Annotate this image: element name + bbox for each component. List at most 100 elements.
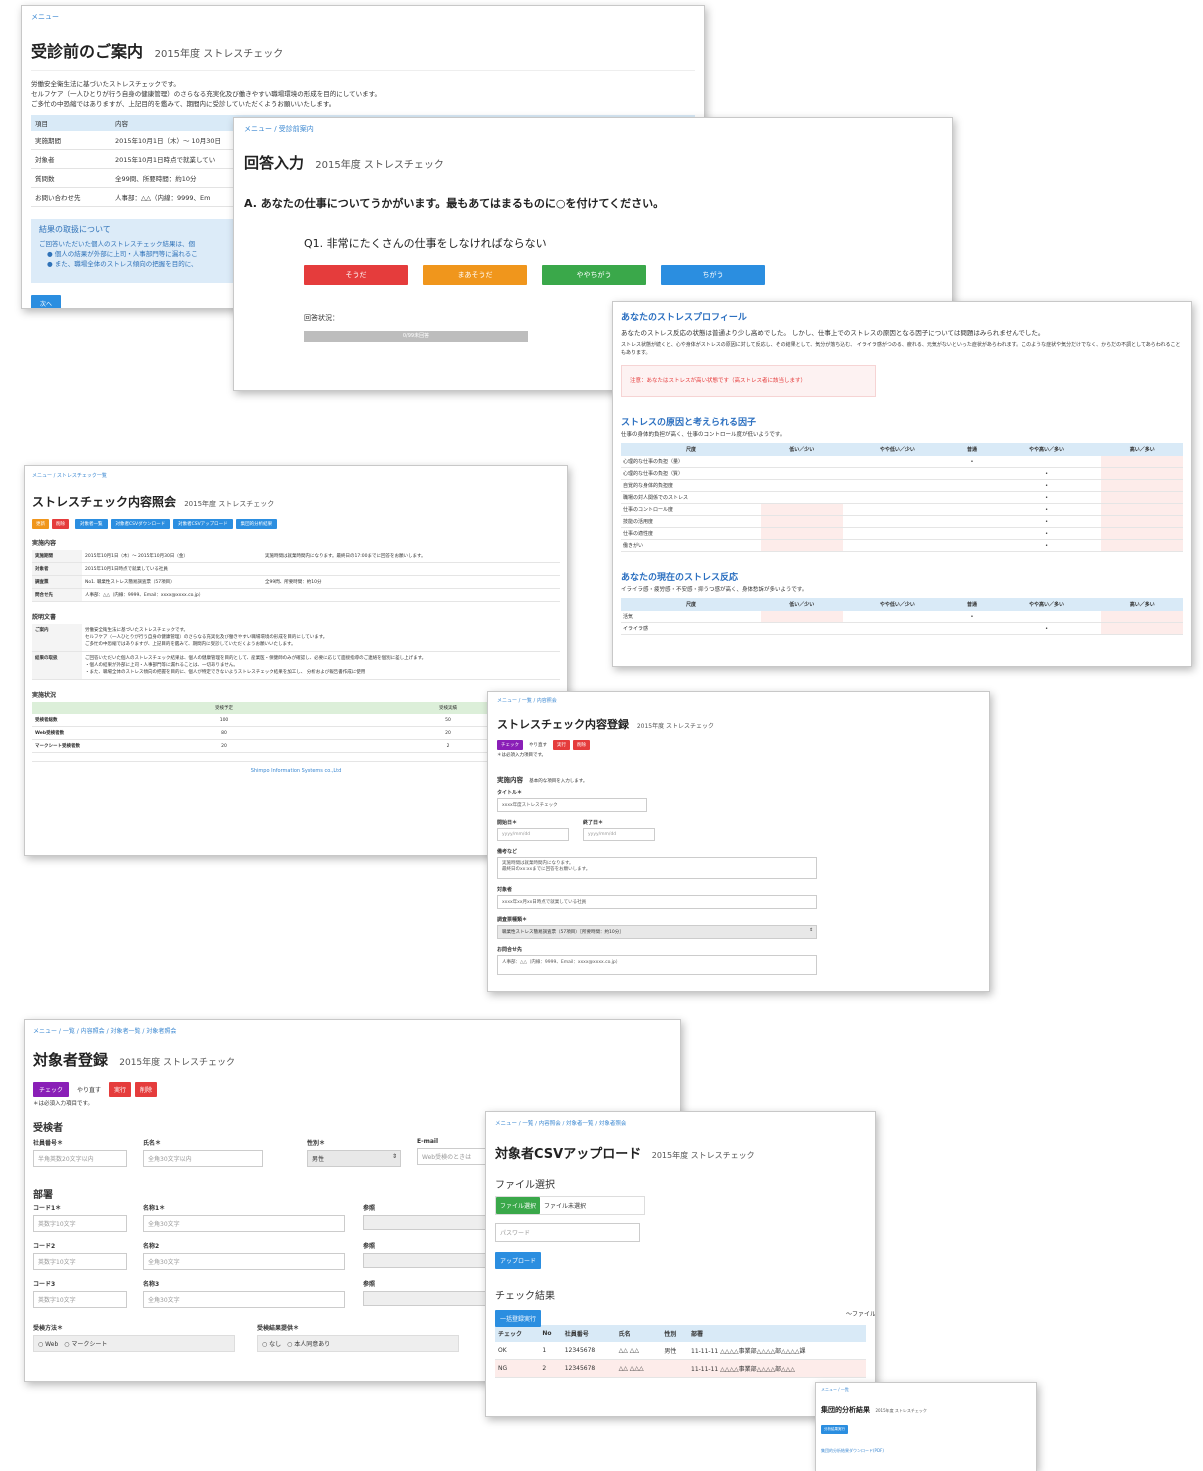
scale-cell: [843, 492, 953, 504]
field-label: 参照: [363, 1243, 376, 1250]
department-code-input[interactable]: 英数字10文字: [33, 1215, 127, 1232]
page-subtitle: 2015年度 ストレスチェック: [651, 1151, 755, 1160]
delete-button[interactable]: 削除: [52, 519, 69, 529]
group-analysis-button[interactable]: 集団的分析結果: [235, 519, 278, 529]
radio-agree-label[interactable]: 本人同意あり: [294, 1341, 330, 1348]
row-label: Web受検者数: [35, 731, 65, 736]
department-code-input[interactable]: 英数字10文字: [33, 1291, 127, 1308]
answer-button-no[interactable]: ちがう: [661, 265, 765, 285]
scale-cell: [952, 480, 991, 492]
table-header: やや高い／多い: [1029, 602, 1065, 608]
scale-cell: •: [1045, 530, 1049, 537]
analysis-run-button[interactable]: 分析結果実行: [821, 1425, 848, 1434]
csv-upload-button[interactable]: 対象者CSVアップロード: [173, 519, 233, 529]
next-button[interactable]: 次へ: [31, 295, 61, 308]
radio-web-label[interactable]: Web: [45, 1341, 58, 1348]
doc-line: ・個人の結果が外部に上司・人事部門等に漏れることは、一切ありません。: [85, 663, 238, 668]
scale-cell: [761, 480, 843, 492]
contact-textarea[interactable]: 人事部：△△（内線：9999、Email：xxxx@xxxx.co.jp）: [497, 955, 817, 975]
scale-cell: [952, 468, 991, 480]
delete-button[interactable]: 削除: [135, 1082, 158, 1097]
note-textarea[interactable]: 実施時間は就業時間内になります。 最終日のxx:xxまでに回答をお願いします。: [497, 857, 817, 879]
update-button[interactable]: 更新: [32, 519, 49, 529]
answer-button-somewhat-no[interactable]: ややちがう: [542, 265, 646, 285]
required-note: ＊は必須入力項目です。: [33, 1101, 93, 1107]
required-note: ＊は必須入力項目です。: [497, 753, 547, 758]
name-field: 名称3 全角30文字: [143, 1279, 345, 1308]
department-name-input[interactable]: 全角30文字: [143, 1291, 345, 1308]
start-date-input[interactable]: yyyy/mm/dd: [497, 828, 569, 841]
redo-button[interactable]: やり直す: [526, 740, 550, 750]
target-list-button[interactable]: 対象者一覧: [75, 519, 108, 529]
form-type-select[interactable]: 職業性ストレス簡易調査票（57項目）［所要時間：約10分］ ⇕: [497, 925, 817, 939]
department-code-input[interactable]: 英数字10文字: [33, 1253, 127, 1270]
scale-label: 働きがい: [623, 543, 644, 549]
field-label: お問合せ先: [497, 947, 523, 953]
radio-none-label[interactable]: なし: [269, 1341, 281, 1348]
file-note: 〜ファイル: [845, 1311, 876, 1318]
reference-input[interactable]: [363, 1215, 503, 1230]
field-label: 名称2: [143, 1243, 160, 1250]
table-row: 心理的な仕事の負担（量） •: [621, 456, 1183, 468]
redo-button[interactable]: やり直す: [73, 1082, 105, 1097]
bulk-register-button[interactable]: 一括登録実行: [495, 1310, 542, 1327]
table-header: 社員番号: [564, 1331, 589, 1338]
table-header: やや高い／多い: [1029, 447, 1065, 453]
scale-cell: •: [1045, 518, 1049, 525]
page-subtitle: 2015年度 ストレスチェック: [315, 160, 444, 171]
upload-button[interactable]: アップロード: [495, 1252, 542, 1269]
csv-download-button[interactable]: 対象者CSVダウンロード: [110, 519, 171, 529]
target-input[interactable]: xxxx年xx月xx日時点で就業している社員: [497, 895, 817, 909]
end-date-input[interactable]: yyyy/mm/dd: [583, 828, 655, 841]
scale-cell: •: [1045, 625, 1049, 632]
scale-cell: [761, 503, 843, 516]
title-text: ストレスチェック内容照会: [32, 495, 177, 509]
employee-number-input[interactable]: 半角英数20文字以内: [33, 1150, 127, 1167]
breadcrumb[interactable]: メニュー / 受診前案内: [244, 124, 942, 134]
breadcrumb[interactable]: メニュー / 一覧 / 内容照会 / 対象者一覧 / 対象者照会: [495, 1119, 866, 1127]
gender-select[interactable]: 男性 ⇕: [307, 1150, 401, 1167]
code-field: コード3 英数字10文字: [33, 1279, 127, 1308]
name-input[interactable]: 全角30文字以内: [143, 1150, 263, 1167]
analysis-download-link[interactable]: 集団的分析結果ダウンロード(PDF): [821, 1448, 1031, 1454]
radio-icon[interactable]: ○: [287, 1341, 292, 1348]
breadcrumb[interactable]: メニュー / 一覧 / 内容照会 / 対象者一覧 / 対象者照会: [33, 1026, 672, 1035]
reference-input[interactable]: [363, 1291, 503, 1306]
page-title: 対象者登録 2015年度 ストレスチェック: [33, 1049, 672, 1070]
radio-icon[interactable]: ○: [262, 1341, 267, 1348]
check-button[interactable]: チェック: [33, 1082, 70, 1097]
answer-button-yes[interactable]: そうだ: [304, 265, 408, 285]
delete-button[interactable]: 削除: [573, 740, 590, 750]
check-button[interactable]: チェック: [497, 740, 523, 750]
radio-icon[interactable]: ○: [64, 1341, 69, 1348]
title-text: 受診前のご案内: [31, 42, 144, 61]
intro-line: 労働安全衛生法に基づいたストレスチェックです。: [31, 80, 180, 88]
reaction-title: あなたの現在のストレス反応: [621, 573, 739, 583]
reference-input[interactable]: [363, 1253, 503, 1268]
method-radio-group: ○ Web ○ マークシート: [33, 1335, 235, 1352]
title-input[interactable]: xxxx年度ストレスチェック: [497, 798, 647, 812]
radio-mark-label[interactable]: マークシート: [71, 1341, 107, 1348]
row-label: 結果の取扱: [32, 651, 82, 680]
scale-cell: [761, 492, 843, 504]
breadcrumb[interactable]: メニュー: [31, 12, 695, 22]
scale-cell: [952, 516, 991, 528]
breadcrumb[interactable]: メニュー / 一覧: [821, 1387, 1031, 1393]
table-cell: 11-11-11 △△△△事業部△△△△部△△△: [691, 1366, 795, 1373]
page-subtitle: 2015年度 ストレスチェック: [154, 49, 284, 60]
scale-cell: •: [970, 613, 974, 620]
breadcrumb[interactable]: メニュー / 一覧 / 内容照会: [497, 697, 980, 704]
breadcrumb[interactable]: メニュー / ストレスチェック一覧: [32, 472, 560, 479]
radio-icon[interactable]: ○: [38, 1341, 43, 1348]
file-select-button[interactable]: ファイル選択: [496, 1197, 541, 1214]
password-input[interactable]: パスワード: [495, 1223, 640, 1242]
run-button[interactable]: 実行: [109, 1082, 132, 1097]
table-header: 普通: [966, 447, 977, 453]
run-button[interactable]: 実行: [553, 740, 570, 750]
department-name-input[interactable]: 全角30文字: [143, 1215, 345, 1232]
department-name-input[interactable]: 全角30文字: [143, 1253, 345, 1270]
table-row: イライラ感 •: [621, 622, 1183, 635]
answer-button-somewhat-yes[interactable]: まあそうだ: [423, 265, 527, 285]
doc-line: セルフケア（一人ひとりが行う自身の健康管理）のさらなる充実化及び働きやすい職場環…: [85, 635, 328, 640]
profile-detail: ストレス状態が続くと、心や身体がストレスの原因に対して反応し、その結果として、気…: [621, 342, 1181, 356]
